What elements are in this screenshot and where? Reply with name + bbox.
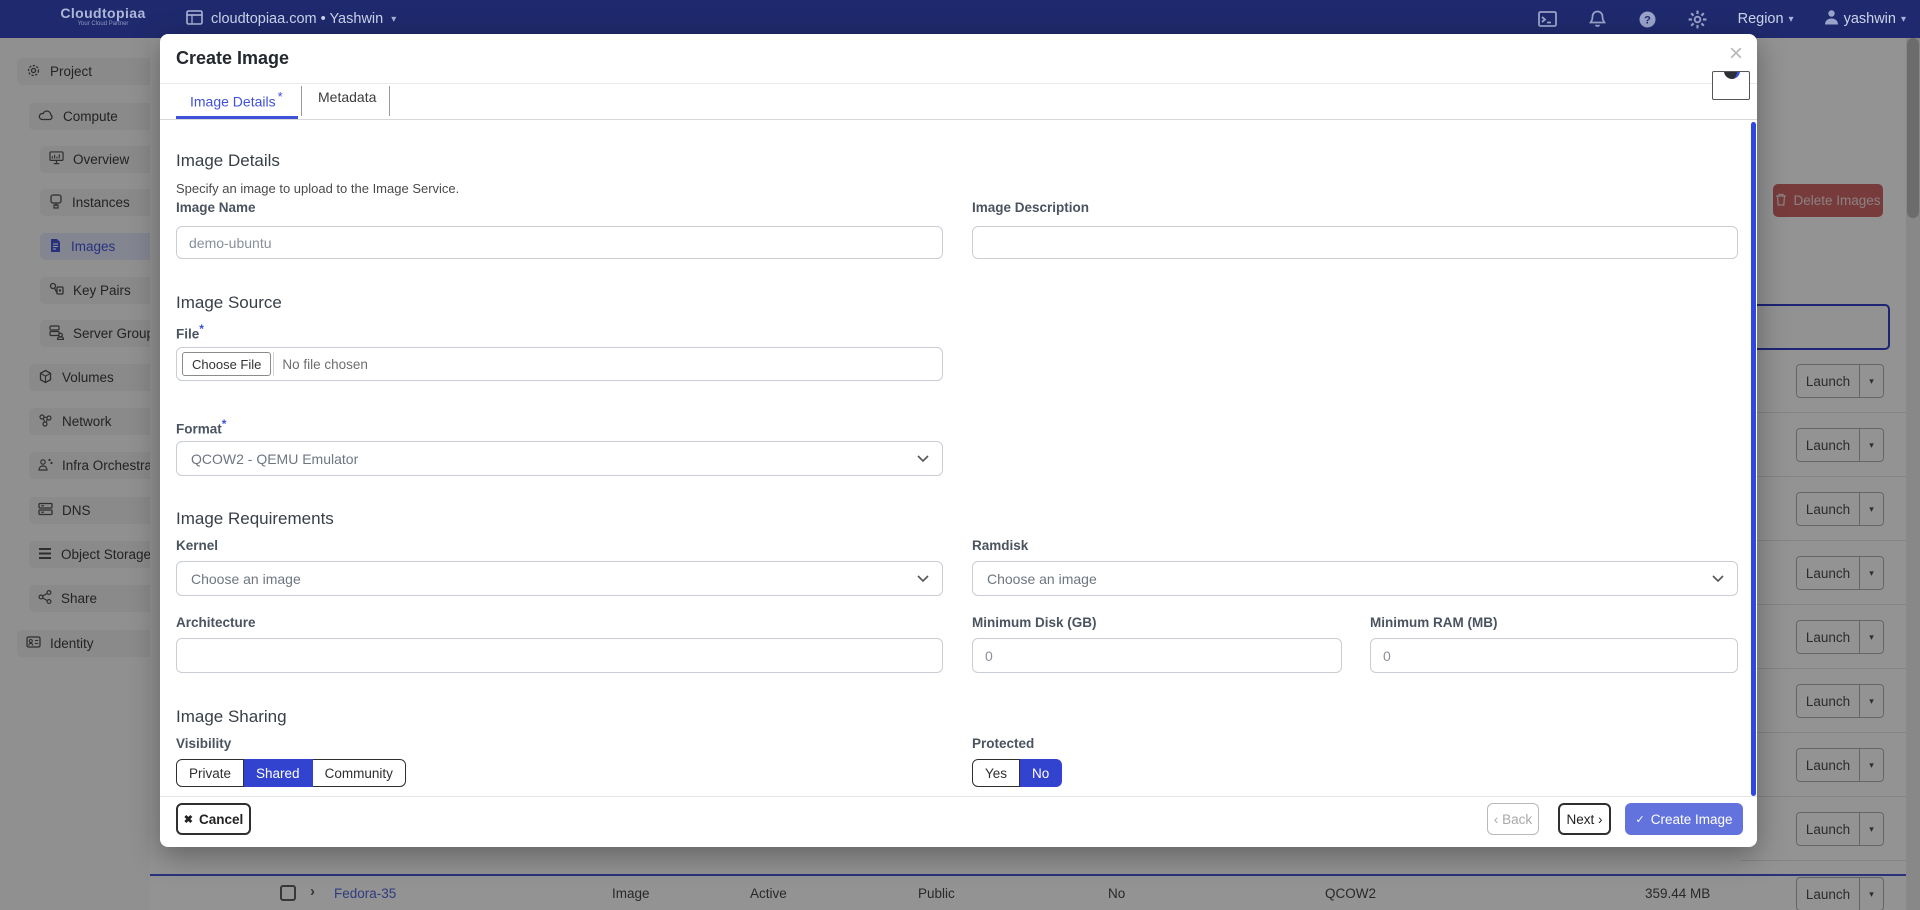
protected-option-yes[interactable]: Yes bbox=[972, 759, 1020, 787]
section-heading-image-source: Image Source bbox=[176, 293, 282, 313]
image-description-input[interactable] bbox=[972, 226, 1738, 259]
format-label: Format* bbox=[176, 417, 226, 437]
create-image-button[interactable]: ✓ Create Image bbox=[1625, 803, 1743, 835]
user-label: yashwin bbox=[1844, 11, 1896, 27]
visibility-option-private[interactable]: Private bbox=[176, 759, 244, 787]
chevron-down-icon: ▾ bbox=[1789, 14, 1794, 25]
cancel-button[interactable]: ✖ Cancel bbox=[176, 803, 251, 835]
section-heading-image-sharing: Image Sharing bbox=[176, 707, 287, 727]
region-dropdown[interactable]: Region ▾ bbox=[1738, 11, 1794, 27]
next-button[interactable]: Next › bbox=[1558, 803, 1611, 835]
min-disk-input[interactable] bbox=[972, 638, 1342, 673]
kernel-select[interactable]: Choose an image bbox=[176, 561, 943, 596]
top-navbar: Cloudtopiaa Your Cloud Partner cloudtopi… bbox=[0, 0, 1920, 38]
chevron-down-icon bbox=[1712, 575, 1724, 583]
kernel-label: Kernel bbox=[176, 538, 218, 553]
file-label: File* bbox=[176, 322, 204, 342]
svg-text:?: ? bbox=[1644, 14, 1651, 26]
brand-name: Cloudtopiaa bbox=[28, 5, 178, 21]
console-icon[interactable] bbox=[1538, 9, 1558, 29]
section-heading-image-requirements: Image Requirements bbox=[176, 509, 334, 529]
settings-gear-icon[interactable] bbox=[1688, 9, 1708, 29]
project-switcher-label: cloudtopiaa.com • Yashwin bbox=[211, 11, 383, 27]
header-divider bbox=[160, 83, 1757, 84]
min-ram-input[interactable] bbox=[1370, 638, 1738, 673]
project-switcher[interactable]: cloudtopiaa.com • Yashwin ▾ bbox=[186, 0, 396, 38]
protected-label: Protected bbox=[972, 736, 1034, 751]
back-button[interactable]: ‹ Back bbox=[1487, 803, 1539, 835]
min-disk-label: Minimum Disk (GB) bbox=[972, 615, 1097, 630]
tabbar-divider bbox=[160, 119, 1757, 120]
user-menu[interactable]: yashwin ▾ bbox=[1824, 9, 1906, 29]
tab-image-details[interactable]: Image Details* bbox=[190, 89, 283, 110]
format-select[interactable]: QCOW2 - QEMU Emulator bbox=[176, 441, 943, 476]
chevron-down-icon bbox=[917, 575, 929, 583]
chevron-down-icon: ▾ bbox=[1901, 14, 1906, 25]
app-window: Cloudtopiaa Your Cloud Partner cloudtopi… bbox=[0, 0, 1920, 910]
file-input-divider bbox=[273, 352, 274, 376]
choose-file-button[interactable]: Choose File bbox=[182, 352, 271, 376]
architecture-label: Architecture bbox=[176, 615, 256, 630]
brand-logo[interactable]: Cloudtopiaa Your Cloud Partner bbox=[28, 5, 178, 27]
file-input[interactable]: Choose File No file chosen bbox=[176, 347, 943, 381]
check-icon: ✓ bbox=[1635, 813, 1644, 826]
help-icon[interactable]: ? bbox=[1638, 9, 1658, 29]
section-heading-image-details: Image Details bbox=[176, 151, 280, 171]
visibility-option-shared[interactable]: Shared bbox=[244, 759, 313, 787]
modal-title: Create Image bbox=[176, 48, 289, 69]
project-icon bbox=[186, 10, 203, 29]
navbar-actions: ? Region ▾ yashwin ▾ bbox=[1538, 0, 1906, 38]
help-circle-icon bbox=[1724, 71, 1740, 79]
image-name-label: Image Name bbox=[176, 200, 256, 215]
user-icon bbox=[1824, 9, 1839, 29]
tab-separator bbox=[301, 86, 302, 116]
image-name-input[interactable] bbox=[176, 226, 943, 259]
image-details-help-text: Specify an image to upload to the Image … bbox=[176, 181, 459, 196]
footer-divider bbox=[160, 796, 1757, 797]
architecture-input[interactable] bbox=[176, 638, 943, 673]
protected-toggle-group: Yes No bbox=[972, 759, 1062, 787]
ramdisk-label: Ramdisk bbox=[972, 538, 1028, 553]
cancel-x-icon: ✖ bbox=[184, 813, 193, 826]
min-ram-label: Minimum RAM (MB) bbox=[1370, 615, 1497, 630]
image-description-label: Image Description bbox=[972, 200, 1089, 215]
region-label: Region bbox=[1738, 11, 1784, 27]
no-file-chosen-text: No file chosen bbox=[282, 357, 368, 372]
notifications-bell-icon[interactable] bbox=[1588, 9, 1608, 29]
visibility-toggle-group: Private Shared Community bbox=[176, 759, 406, 787]
visibility-label: Visibility bbox=[176, 736, 231, 751]
scrolled-help-button[interactable] bbox=[1712, 71, 1750, 100]
visibility-option-community[interactable]: Community bbox=[313, 759, 406, 787]
brand-tagline: Your Cloud Partner bbox=[28, 21, 178, 27]
close-icon[interactable]: × bbox=[1729, 42, 1743, 66]
tab-metadata[interactable]: Metadata bbox=[318, 89, 376, 105]
chevron-down-icon: ▾ bbox=[391, 14, 396, 25]
chevron-down-icon bbox=[917, 455, 929, 463]
modal-scrollbar-thumb[interactable] bbox=[1751, 122, 1756, 796]
ramdisk-select[interactable]: Choose an image bbox=[972, 561, 1738, 596]
tab-separator bbox=[389, 86, 390, 116]
protected-option-no[interactable]: No bbox=[1020, 759, 1062, 787]
create-image-modal: Create Image × Image Details* Metadata I… bbox=[160, 34, 1757, 847]
